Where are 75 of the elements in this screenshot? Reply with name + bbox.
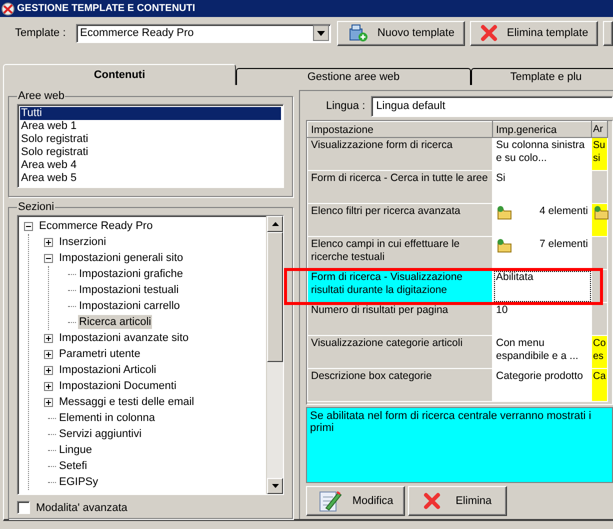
tree-item[interactable]: Inserzioni (58, 235, 108, 249)
cross-icon (423, 492, 442, 510)
tree-item[interactable]: Impostazioni Articoli (58, 363, 158, 377)
table-cell: Su colonna sinistra e su colo... (492, 138, 592, 170)
window-title: GESTIONE TEMPLATE E CONTENUTI (17, 3, 196, 14)
table-cell: Visualizzazione form di ricerca (308, 138, 492, 170)
list-item[interactable]: Solo registrati (20, 146, 281, 159)
edit-button[interactable]: Modifica (306, 486, 405, 516)
pencil-document-icon (318, 489, 342, 513)
tree-item[interactable]: Setefi (58, 459, 88, 473)
table-cell: Su si (592, 138, 608, 170)
up-arrow-icon (272, 222, 278, 226)
folder-icon (496, 205, 512, 220)
table-cell: Categorie prodotto (492, 368, 592, 402)
table-cell: Si (492, 170, 592, 204)
table-cell: Numero di risultati per pagina (308, 302, 492, 336)
scroll-up-button[interactable] (267, 216, 283, 232)
group-title: Aree web (17, 90, 66, 102)
table-cell: Co es (592, 336, 608, 368)
tree-item[interactable]: Impostazioni carrello (78, 299, 181, 313)
column-header[interactable]: Impostazione (308, 122, 492, 138)
delete-template-button[interactable]: Elimina template (470, 20, 598, 46)
tree-item[interactable]: Impostazioni Documenti (58, 379, 178, 393)
list-item[interactable]: Area web 5 (20, 172, 281, 185)
tree-item[interactable]: Elementi in colonna (58, 411, 156, 425)
table-cell: 10 (492, 302, 592, 336)
tree-item[interactable]: Impostazioni testuali (78, 283, 180, 297)
table-cell: Con menu espandibile e a ... (492, 336, 592, 368)
tab[interactable]: Gestione aree web (236, 68, 471, 85)
tree-item[interactable]: Impostazioni avanzate sito (58, 331, 190, 345)
app-icon (1, 2, 15, 16)
tree-item[interactable]: Impostazioni grafiche (78, 267, 184, 281)
column-header[interactable]: Imp.generica (492, 122, 592, 138)
tree-item[interactable]: Ricerca articoli (78, 315, 152, 329)
list-item[interactable]: Area web 4 (20, 159, 281, 172)
table-cell: Visualizzazione categorie articoli (308, 336, 492, 368)
template-dropdown[interactable]: Ecommerce Ready Pro (76, 24, 332, 42)
group-title: Sezioni (17, 201, 56, 213)
tree-item[interactable]: Servizi aggiuntivi (58, 427, 143, 441)
new-template-button[interactable]: Nuovo template (337, 20, 466, 46)
tab[interactable]: Contenuti (3, 64, 236, 85)
list-item[interactable]: Tutti (20, 107, 281, 120)
template-label: Template : (15, 27, 67, 39)
tree-item[interactable]: Impostazioni generali sito (58, 251, 184, 265)
tree-item[interactable]: Lingue (58, 443, 94, 457)
table-cell: Abilitata (492, 270, 592, 302)
tree-item[interactable]: EGIPSy (58, 475, 100, 489)
tab[interactable]: Template e plu (471, 68, 613, 85)
cell-text: 7 elementi (540, 238, 588, 251)
lingua-label: Lingua : (326, 100, 366, 112)
table-cell: Form di ricerca - Visualizzazione risultati durante la digitazione (308, 270, 492, 302)
cross-icon (480, 24, 498, 42)
scroll-thumb[interactable] (267, 232, 283, 362)
scroll-down-button[interactable] (267, 478, 283, 494)
folder-icon (593, 205, 609, 220)
table-cell: Elenco filtri per ricerca avanzata (308, 204, 492, 236)
tree-item[interactable]: Ecommerce Ready Pro (38, 219, 154, 233)
tree-item[interactable]: Parametri utente (58, 347, 142, 361)
box-plus-icon (348, 24, 368, 42)
tree-item[interactable]: Messaggi e testi delle email (58, 395, 196, 409)
lingua-field[interactable]: Lingua default (371, 96, 613, 116)
list-item[interactable]: Area web 1 (20, 120, 281, 133)
table-cell: Ca (592, 368, 608, 402)
description-box: Se abilitata nel form di ricerca centrale verranno mostrati i primi (306, 407, 613, 483)
down-arrow-icon (272, 484, 278, 488)
checkbox-label: Modalita' avanzata (36, 502, 128, 514)
table-cell: Descrizione box categorie (308, 368, 492, 402)
table-cell: Form di ricerca - Cerca in tutte le aree (308, 170, 492, 204)
delete-button[interactable]: Elimina (408, 486, 507, 516)
toolbar-button[interactable] (603, 20, 613, 46)
folder-icon (496, 238, 512, 253)
cell-text: 4 elementi (540, 205, 588, 218)
table-cell: Elenco campi in cui effettuare le ricerche testuali (308, 236, 492, 270)
checkbox[interactable] (17, 501, 30, 514)
list-item[interactable]: Solo registrati (20, 133, 281, 146)
